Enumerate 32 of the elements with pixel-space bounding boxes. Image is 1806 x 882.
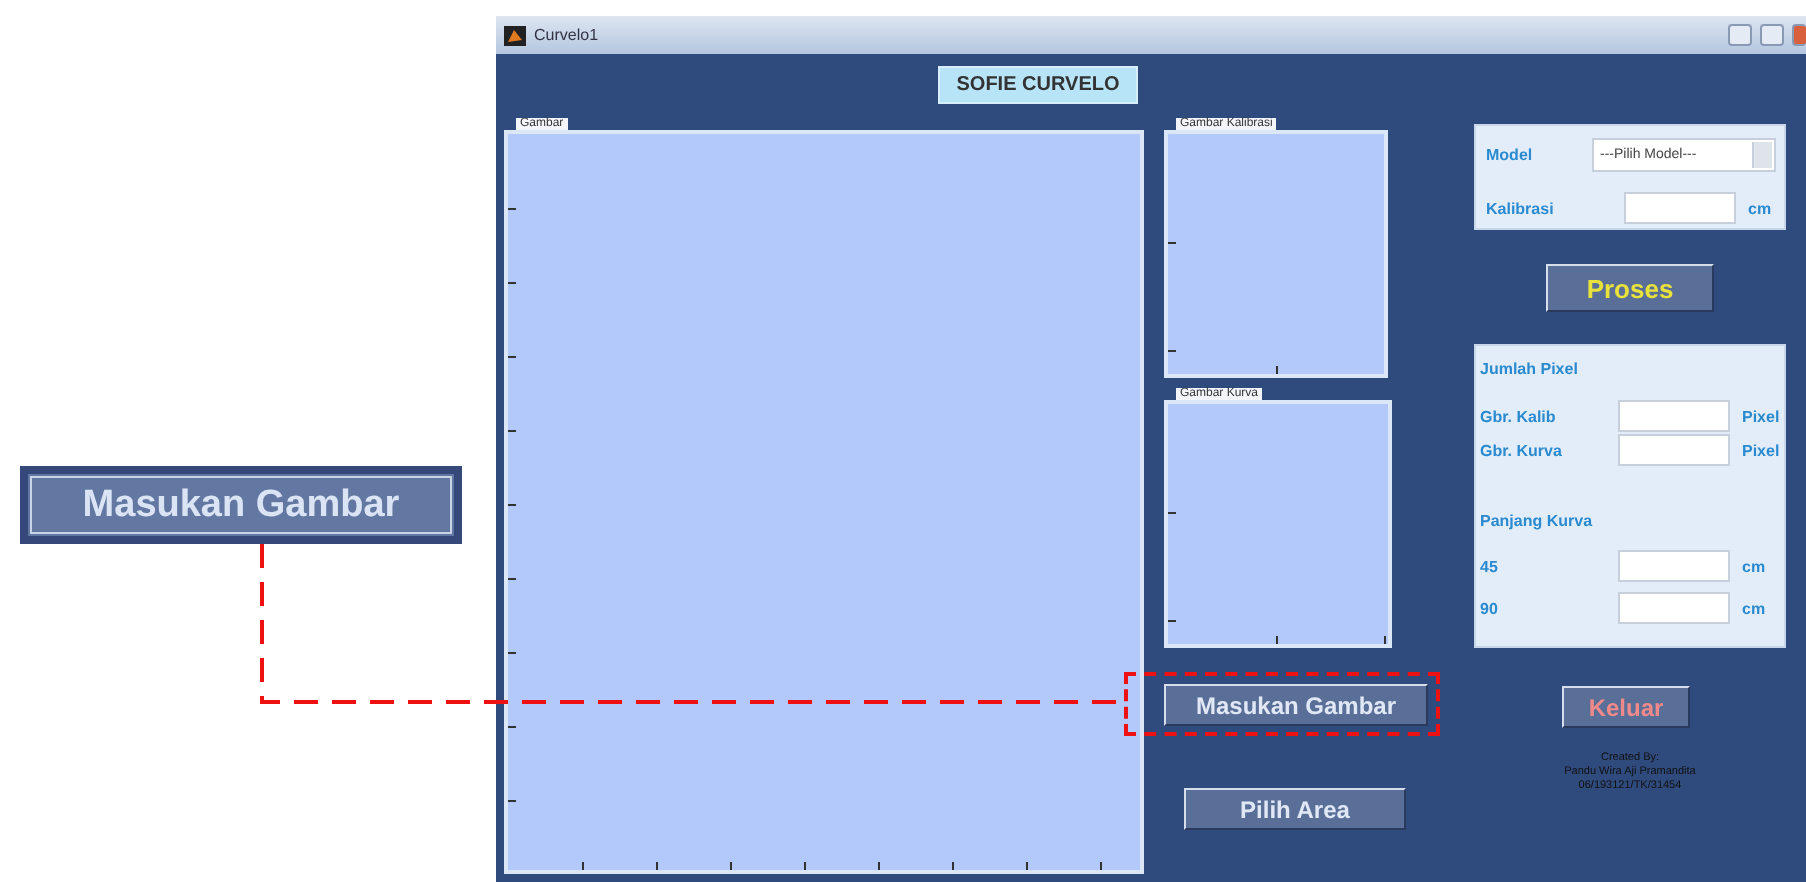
y-axis-ticks-drawing bbox=[1168, 242, 1176, 352]
unit-label: cm bbox=[1748, 199, 1774, 217]
callout-label: Masukan Gambar bbox=[20, 466, 462, 544]
app-heading: SOFIE CURVELO bbox=[938, 66, 1138, 104]
unit-label: Pixel bbox=[1742, 407, 1782, 425]
section-title: Panjang Kurva bbox=[1480, 512, 1595, 530]
row-label: Gbr. Kurva bbox=[1480, 441, 1564, 459]
x-axis-ticks-drawing bbox=[1276, 366, 1278, 374]
length-field[interactable] bbox=[1618, 592, 1730, 624]
maximize-icon[interactable] bbox=[1760, 24, 1784, 46]
pixel-field[interactable] bbox=[1618, 434, 1730, 466]
unit-label: cm bbox=[1742, 557, 1768, 575]
window-title: Curvelo1 bbox=[534, 26, 601, 44]
close-icon[interactable] bbox=[1792, 24, 1806, 46]
minimize-icon[interactable] bbox=[1728, 24, 1752, 46]
calibration-field[interactable] bbox=[1624, 192, 1736, 224]
unit-label: cm bbox=[1742, 599, 1768, 617]
length-field[interactable] bbox=[1618, 550, 1730, 582]
row-label: 90 bbox=[1480, 599, 1500, 617]
load-image-button[interactable]: Masukan Gambar bbox=[1164, 684, 1428, 726]
row-label: Gbr. Kalib bbox=[1480, 407, 1558, 425]
pixel-field[interactable] bbox=[1618, 400, 1730, 432]
process-button[interactable]: Proses bbox=[1546, 264, 1714, 312]
app-icon bbox=[504, 25, 526, 45]
row-label: 45 bbox=[1480, 557, 1500, 575]
calibration-label: Kalibrasi bbox=[1486, 199, 1556, 217]
exit-button[interactable]: Keluar bbox=[1562, 686, 1690, 728]
y-axis-ticks-drawing bbox=[1168, 512, 1176, 622]
select-area-button[interactable]: Pilih Area bbox=[1184, 788, 1406, 830]
unit-label: Pixel bbox=[1742, 441, 1782, 459]
section-title: Jumlah Pixel bbox=[1480, 360, 1580, 378]
x-axis-ticks-drawing bbox=[1276, 636, 1386, 644]
